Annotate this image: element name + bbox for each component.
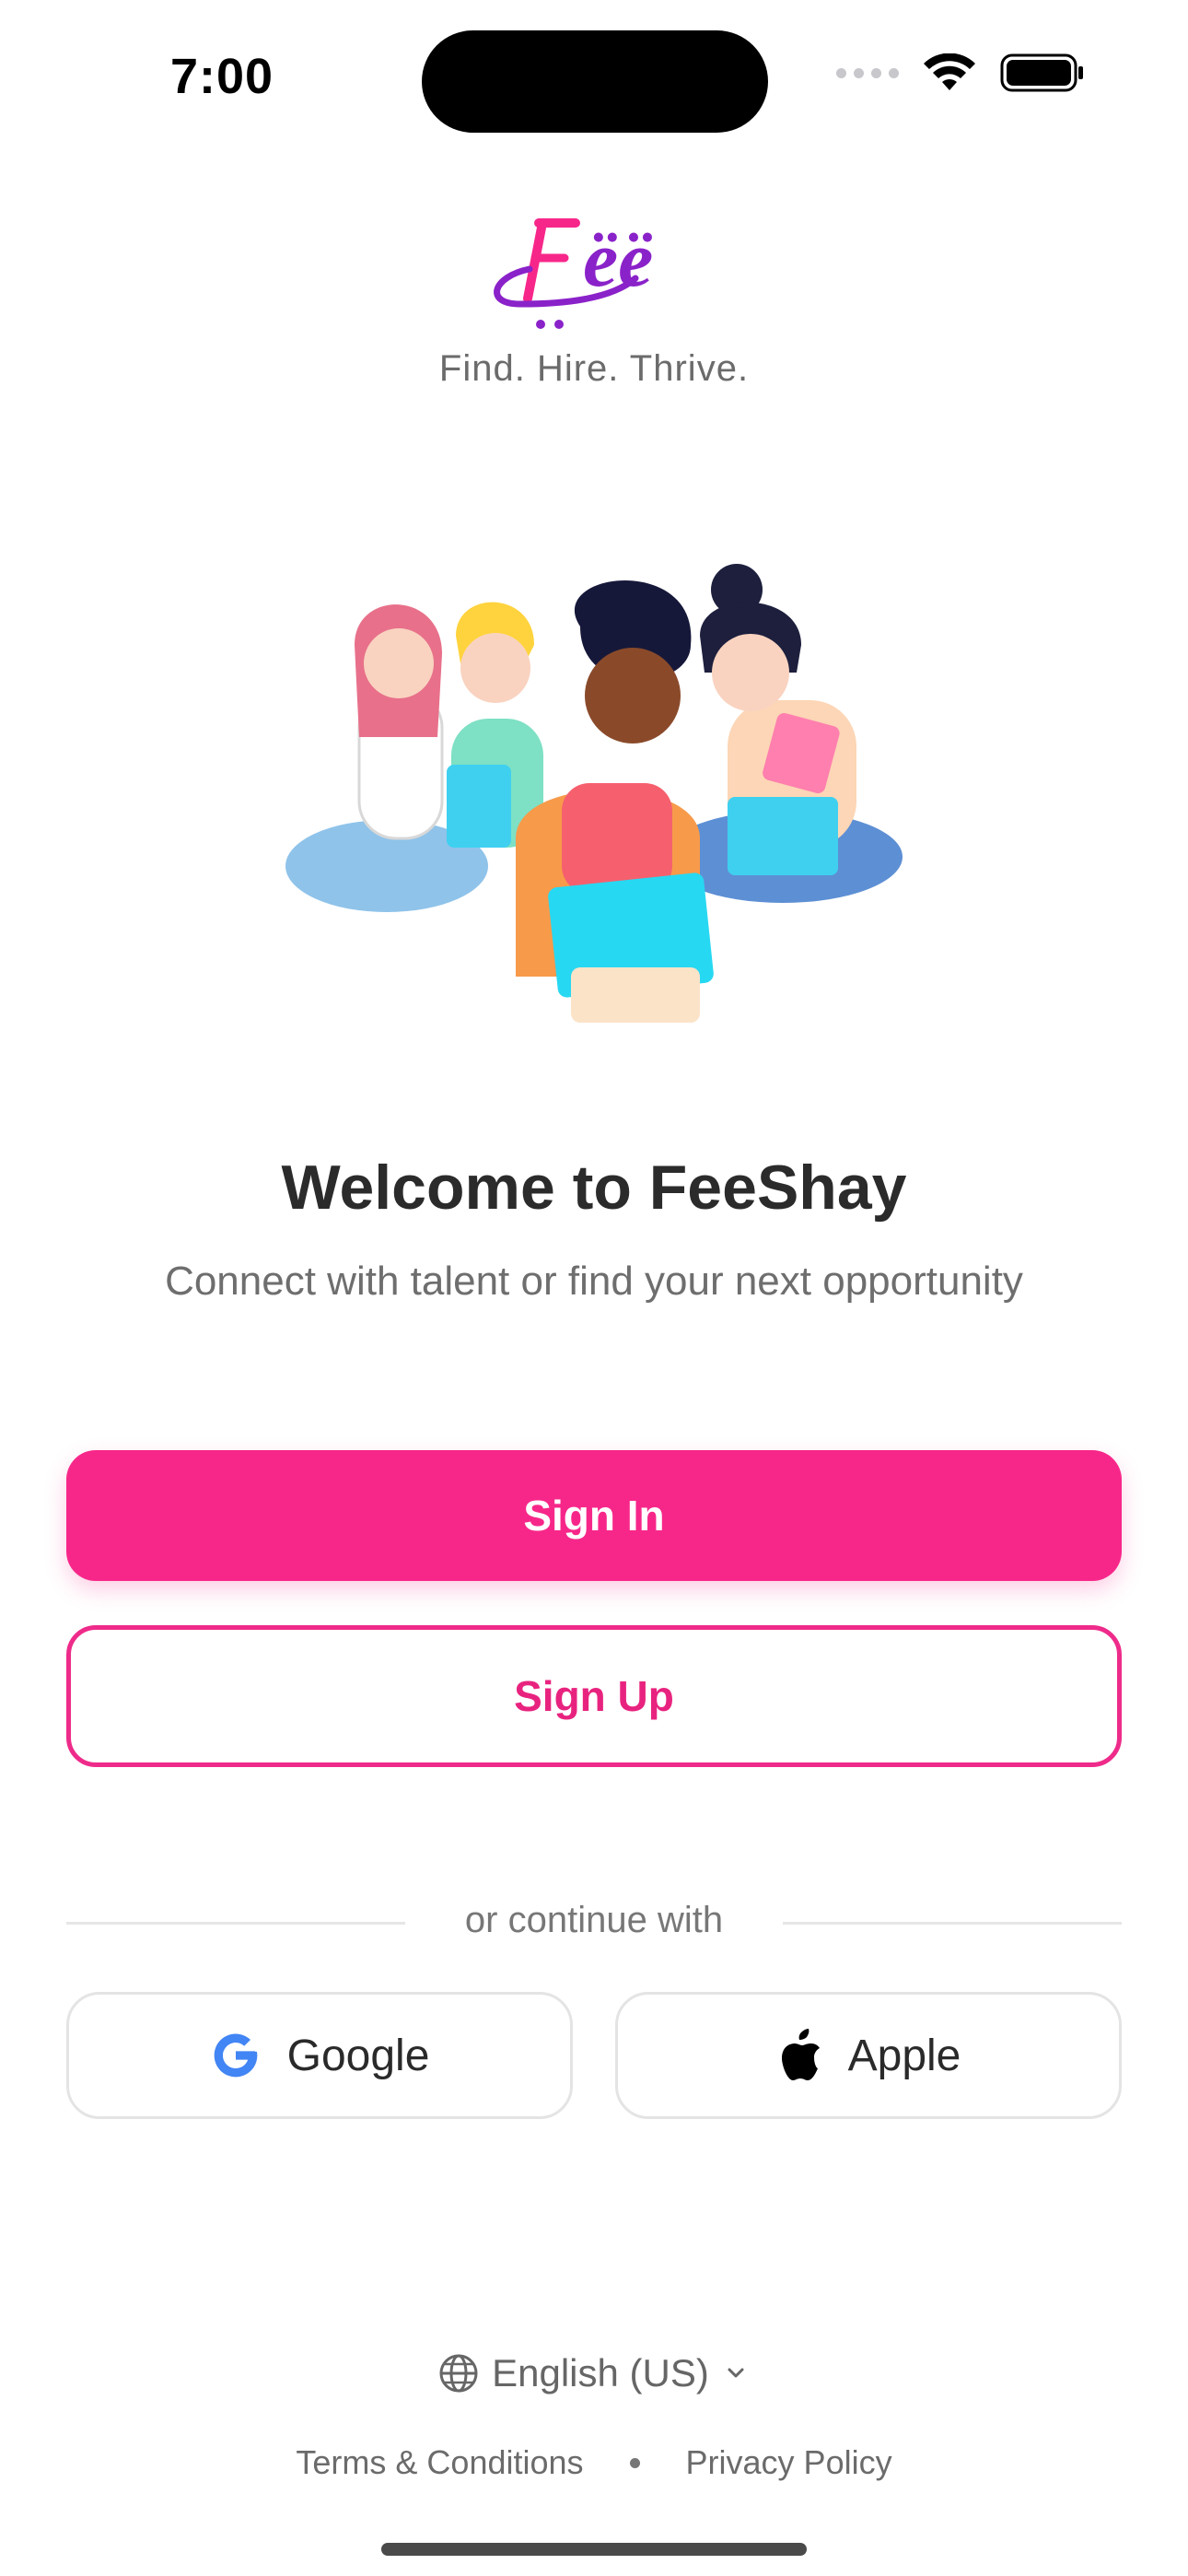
legal-links: Terms & Conditions Privacy Policy — [0, 2443, 1188, 2482]
divider-text: or continue with — [464, 1900, 724, 1940]
status-icons — [836, 53, 1085, 92]
apple-label: Apple — [847, 2031, 961, 2080]
language-selector[interactable]: English (US) — [0, 2351, 1188, 2395]
welcome-title: Welcome to FeeShay — [281, 1153, 907, 1223]
language-label: English (US) — [492, 2351, 709, 2395]
chevron-down-icon — [728, 2368, 744, 2378]
sign-up-button[interactable]: Sign Up — [66, 1625, 1122, 1767]
dynamic-island — [422, 30, 768, 133]
google-sign-in-button[interactable]: Google — [66, 1992, 573, 2119]
globe-icon — [439, 2354, 478, 2393]
app-logo: ëë — [494, 215, 653, 329]
google-label: Google — [286, 2031, 430, 2080]
terms-link[interactable]: Terms & Conditions — [296, 2443, 583, 2482]
continue-divider: or continue with — [66, 1898, 1122, 1944]
google-icon — [214, 2033, 257, 2078]
separator-dot — [629, 2457, 640, 2468]
privacy-link[interactable]: Privacy Policy — [686, 2443, 892, 2482]
battery-icon — [1000, 53, 1083, 92]
home-indicator[interactable] — [381, 2543, 807, 2556]
welcome-subtitle: Connect with talent or find your next op… — [165, 1259, 1023, 1304]
svg-text:ëë: ëë — [583, 215, 653, 303]
apple-icon — [781, 2029, 820, 2080]
status-time: 7:00 — [170, 49, 274, 104]
apple-sign-in-button[interactable]: Apple — [615, 1992, 1122, 2119]
sign-in-button[interactable]: Sign In — [66, 1450, 1122, 1581]
wifi-icon — [924, 53, 975, 90]
tagline: Find. Hire. Thrive. — [438, 348, 750, 389]
divider-line-right — [783, 1922, 1122, 1925]
cellular-signal-icon — [836, 67, 899, 78]
hero-illustration — [285, 564, 903, 1023]
